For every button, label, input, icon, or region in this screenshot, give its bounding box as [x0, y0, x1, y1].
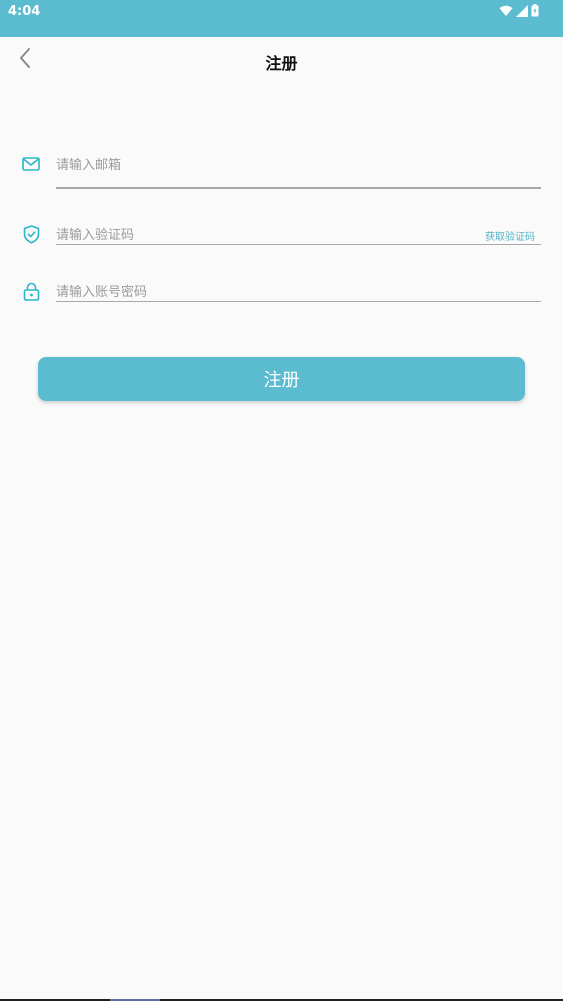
password-input[interactable] [56, 281, 541, 303]
wifi-icon [499, 5, 513, 17]
email-underline [56, 187, 541, 189]
mail-icon [20, 153, 42, 175]
page-title: 注册 [265, 54, 298, 73]
get-code-button[interactable]: 获取验证码 [485, 228, 535, 243]
shield-check-icon [20, 223, 42, 245]
status-time: 4:04 [8, 4, 41, 19]
register-button[interactable]: 注册 [38, 357, 525, 401]
status-bar: 4:04 [0, 0, 563, 37]
email-input[interactable] [56, 154, 541, 176]
lock-icon [20, 280, 42, 302]
status-icons [499, 4, 539, 17]
code-underline [56, 244, 541, 245]
signal-icon [516, 4, 528, 17]
password-underline [56, 301, 541, 302]
battery-icon [531, 4, 539, 17]
email-field-row [20, 150, 541, 192]
verification-code-input[interactable] [56, 224, 471, 246]
code-field-row: 获取验证码 [20, 222, 541, 248]
password-field-row [20, 279, 541, 305]
app-bar: 注册 [0, 37, 563, 85]
